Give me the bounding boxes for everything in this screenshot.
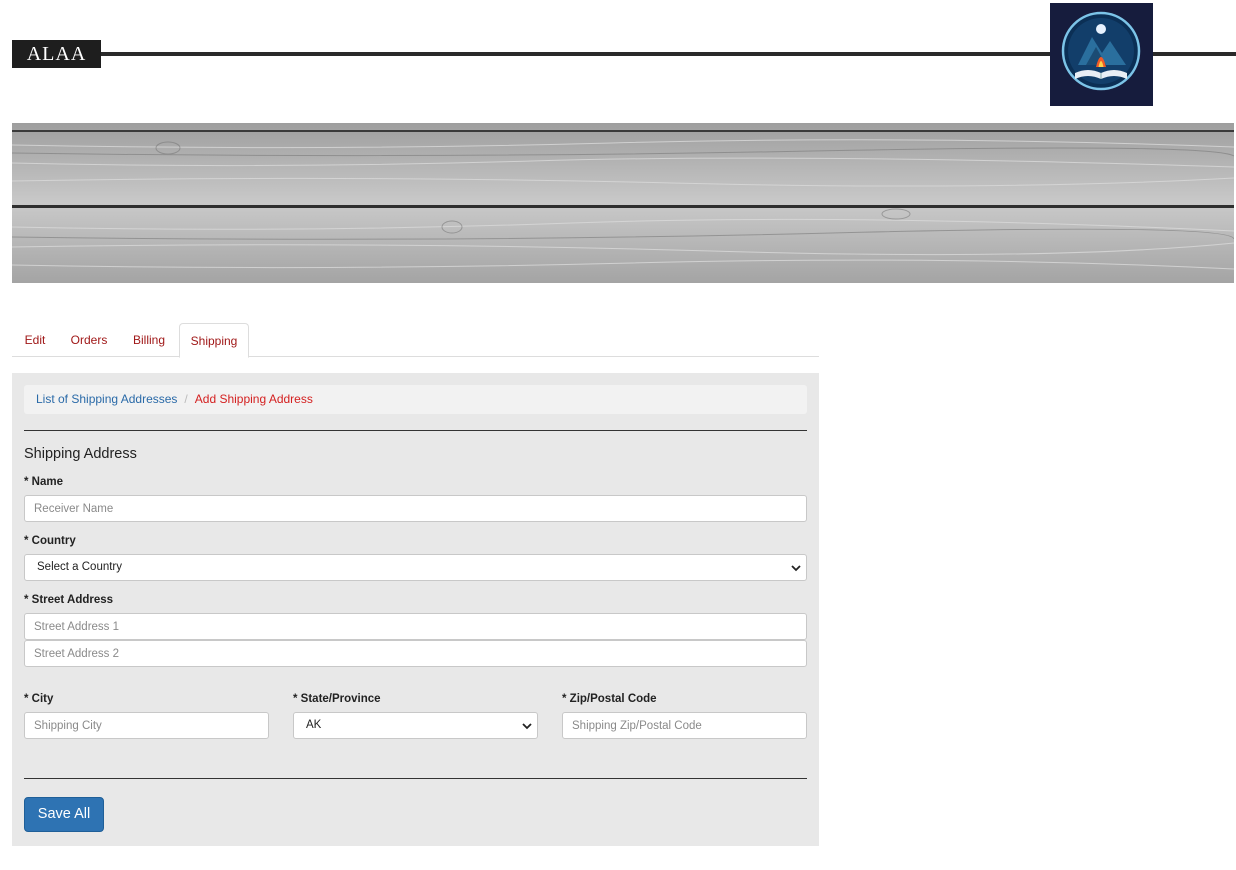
tab-orders[interactable]: Orders [62, 323, 116, 357]
name-label: * Name [24, 476, 63, 488]
tab-edit[interactable]: Edit [12, 323, 58, 357]
street-address-2-input[interactable] [24, 640, 807, 667]
breadcrumb-current: Add Shipping Address [194, 392, 313, 406]
divider [24, 430, 807, 431]
site-logo[interactable] [1050, 3, 1153, 106]
account-tabs: Edit Orders Billing Shipping [12, 323, 819, 358]
save-all-button[interactable]: Save All [24, 797, 104, 832]
receiver-name-input[interactable] [24, 495, 807, 522]
city-label: * City [24, 693, 54, 705]
section-title: Shipping Address [24, 446, 137, 462]
street-address-label: * Street Address [24, 594, 114, 606]
tab-shipping[interactable]: Shipping [179, 323, 249, 358]
logo-emblem-icon [1050, 3, 1153, 106]
divider [24, 778, 807, 779]
breadcrumb-list-link[interactable]: List of Shipping Addresses [36, 392, 177, 406]
street-address-1-input[interactable] [24, 613, 807, 640]
country-select-value: Select a Country [37, 561, 123, 573]
state-select[interactable]: AK [293, 712, 538, 739]
tab-billing[interactable]: Billing [124, 323, 174, 357]
breadcrumb-separator: / [184, 392, 188, 406]
state-label: * State/Province [293, 693, 381, 705]
breadcrumb: List of Shipping Addresses / Add Shipping … [24, 385, 807, 414]
zip-input[interactable] [562, 712, 807, 739]
chevron-down-icon [791, 565, 801, 572]
zip-label: * Zip/Postal Code [562, 693, 657, 705]
shipping-panel: List of Shipping Addresses / Add Shipping … [12, 373, 819, 846]
chevron-down-icon [522, 723, 532, 730]
city-input[interactable] [24, 712, 269, 739]
state-select-value: AK [306, 719, 322, 731]
country-label: * Country [24, 535, 76, 547]
site-brand[interactable]: ALAA [12, 40, 101, 68]
country-select[interactable]: Select a Country [24, 554, 807, 581]
wood-banner-image [12, 123, 1234, 283]
